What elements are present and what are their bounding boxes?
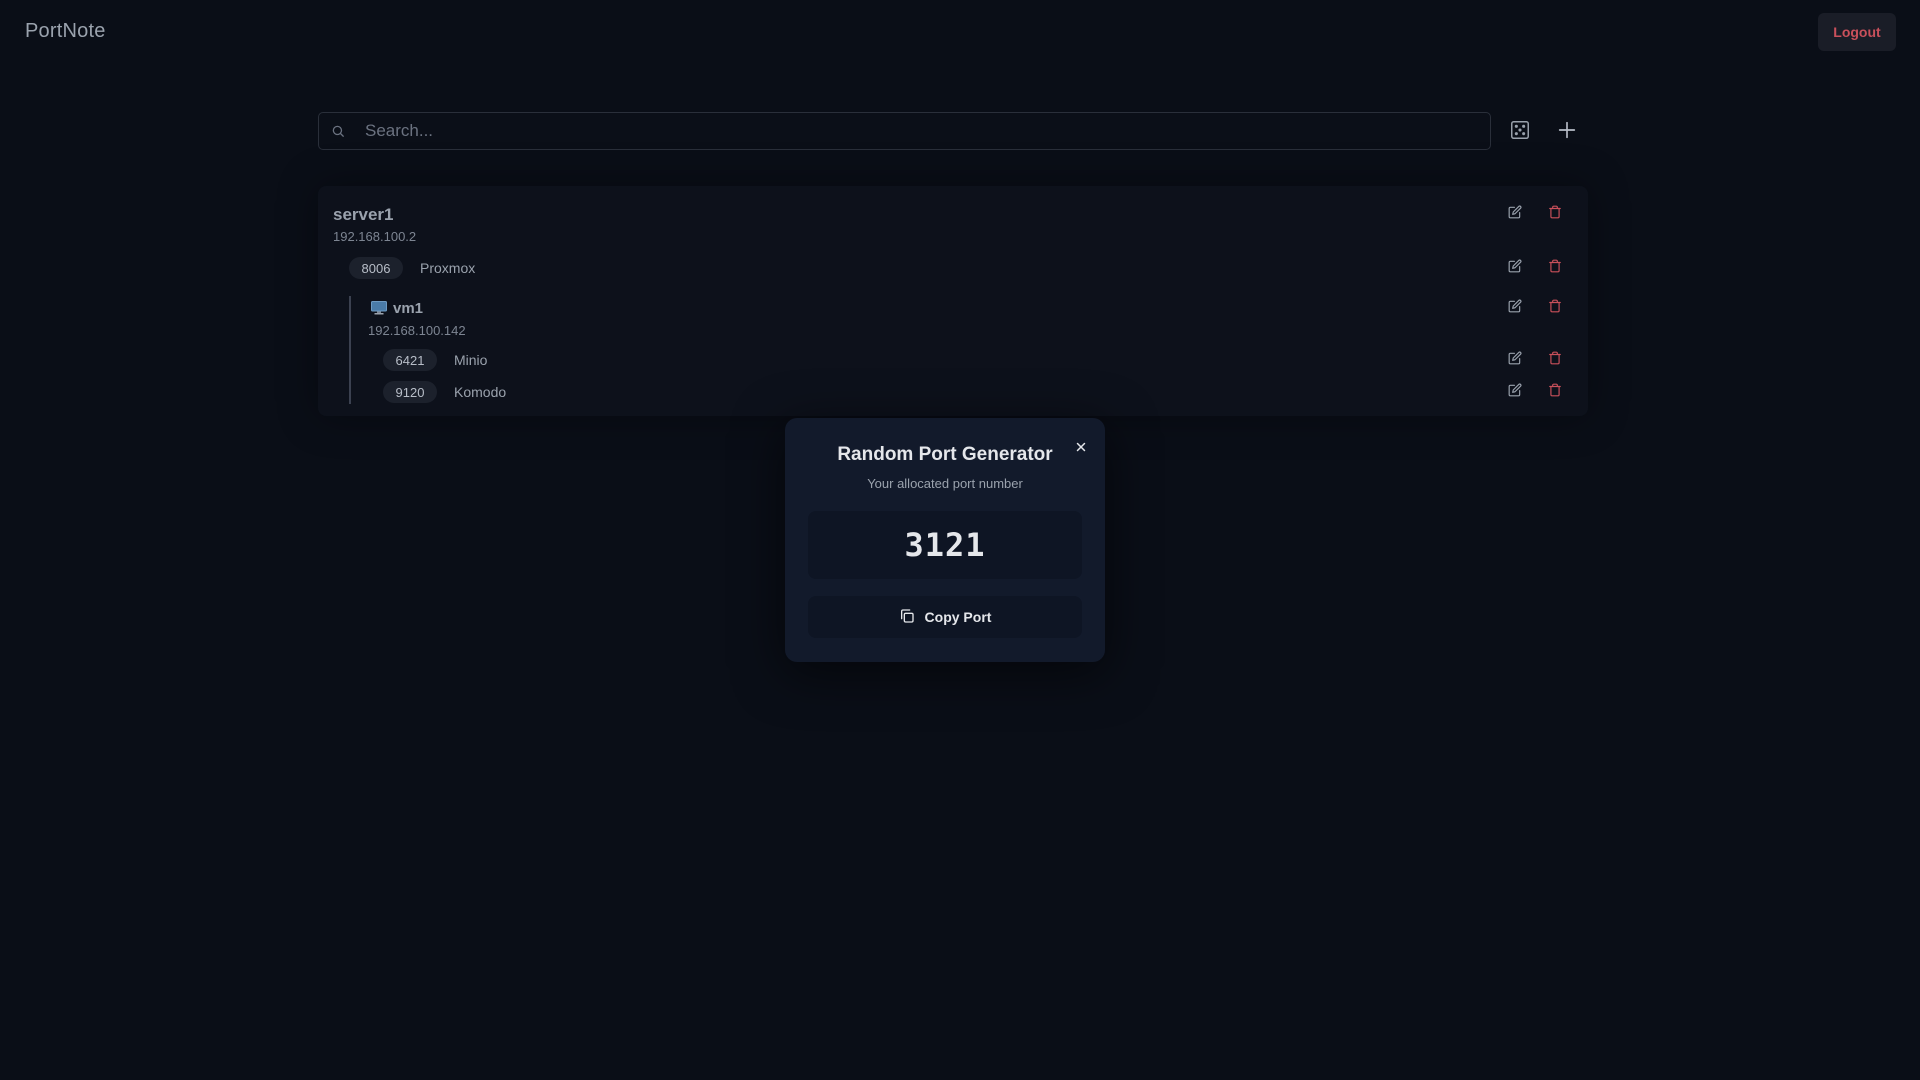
port-badge: 8006 [349, 257, 403, 279]
trash-icon [1548, 299, 1562, 318]
edit-port-button[interactable] [1507, 351, 1523, 370]
logout-button[interactable]: Logout [1818, 13, 1896, 51]
edit-port-button[interactable] [1507, 259, 1523, 278]
plus-icon [1556, 119, 1578, 146]
port-badge: 9120 [383, 381, 437, 403]
monitor-icon [371, 301, 387, 315]
copy-port-button[interactable]: Copy Port [808, 596, 1082, 638]
trash-icon [1548, 383, 1562, 402]
search-bar [318, 112, 1491, 150]
edit-icon [1508, 259, 1522, 278]
vm-name: vm1 [393, 300, 424, 317]
search-icon [331, 124, 345, 138]
port-badge: 6421 [383, 349, 437, 371]
copy-port-label: Copy Port [924, 609, 992, 625]
copy-icon [899, 608, 915, 627]
random-port-button[interactable] [1503, 115, 1537, 149]
edit-server-button[interactable] [1507, 205, 1523, 224]
trash-icon [1548, 351, 1562, 370]
generated-port-value: 3121 [808, 511, 1082, 579]
random-port-modal: Random Port Generator Your allocated por… [785, 418, 1105, 662]
vm-ip: 192.168.100.142 [368, 323, 466, 338]
delete-port-button[interactable] [1547, 259, 1563, 278]
port-label: Komodo [454, 384, 507, 400]
server-ip: 192.168.100.2 [333, 229, 417, 244]
add-server-button[interactable] [1550, 115, 1584, 149]
delete-port-button[interactable] [1547, 351, 1563, 370]
dice-icon [1509, 119, 1531, 146]
search-input[interactable] [363, 113, 1490, 149]
edit-icon [1508, 351, 1522, 370]
port-label: Proxmox [420, 260, 476, 276]
edit-icon [1508, 299, 1522, 318]
delete-server-button[interactable] [1547, 205, 1563, 224]
delete-port-button[interactable] [1547, 383, 1563, 402]
edit-port-button[interactable] [1507, 383, 1523, 402]
modal-title: Random Port Generator [837, 444, 1053, 465]
vm-tree-line [349, 296, 351, 404]
server-name: server1 [333, 205, 394, 224]
trash-icon [1548, 205, 1562, 224]
app-title: PortNote [25, 20, 106, 42]
edit-icon [1508, 383, 1522, 402]
server-card [318, 186, 1588, 416]
edit-icon [1508, 205, 1522, 224]
edit-vm-button[interactable] [1507, 299, 1523, 318]
modal-subtitle: Your allocated port number [867, 476, 1023, 491]
delete-vm-button[interactable] [1547, 299, 1563, 318]
app-root: PortNote Logout server1 192.168.100.2 80… [0, 0, 1920, 1080]
trash-icon [1548, 259, 1562, 278]
port-label: Minio [454, 352, 488, 368]
